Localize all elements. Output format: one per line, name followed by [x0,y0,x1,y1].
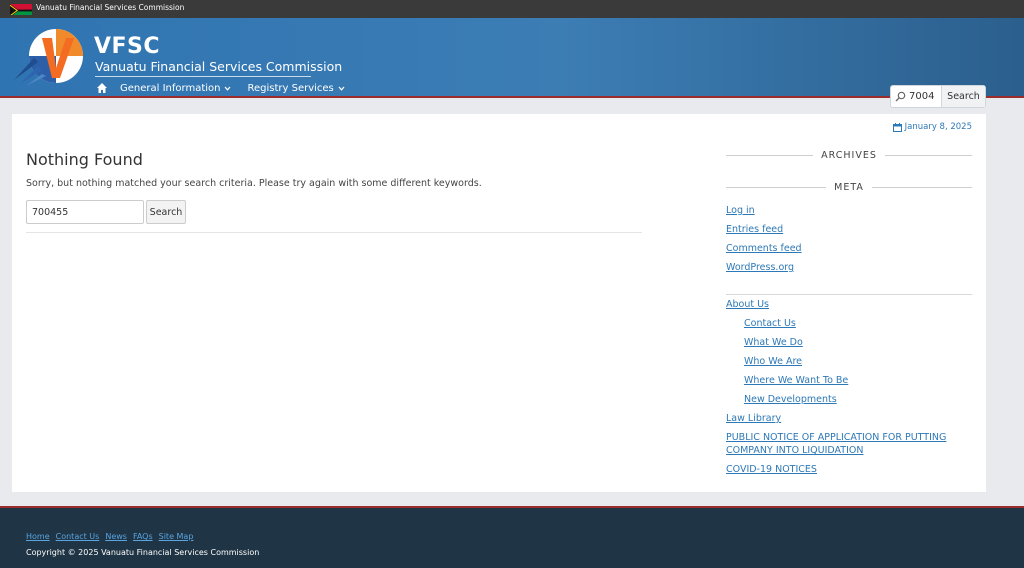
heading-rule [726,154,814,156]
nav-registry-services[interactable]: Registry Services [247,82,345,94]
page-title: Nothing Found [26,150,143,169]
footer-link-news[interactable]: News [105,532,127,541]
footer-link-home[interactable]: Home [26,532,50,541]
page-link-covid-notices[interactable]: COVID-19 NOTICES [726,464,817,475]
page-link-new-developments[interactable]: New Developments [744,394,837,405]
meta-link-entries-feed[interactable]: Entries feed [726,224,783,235]
divider [26,232,642,233]
brand-divider [95,76,311,77]
header-search-button[interactable]: Search [941,86,985,107]
footer-link-faqs[interactable]: FAQs [133,532,153,541]
no-results-message: Sorry, but nothing matched your search c… [26,178,482,189]
footer-link-site-map[interactable]: Site Map [159,532,194,541]
footer-links: Home Contact Us News FAQs Site Map [26,532,199,541]
page-link-where-we-want-to-be[interactable]: Where We Want To Be [744,375,848,386]
page-link-who-we-are[interactable]: Who We Are [744,356,802,367]
page-link-what-we-do[interactable]: What We Do [744,337,803,348]
main-nav: General Information Registry Services [96,82,361,94]
home-icon[interactable] [96,82,108,94]
post-date: January 8, 2025 [892,122,972,132]
vfsc-logo[interactable] [12,28,88,88]
site-footer: Home Contact Us News FAQs Site Map Copyr… [0,506,1024,568]
nav-label: General Information [120,82,221,94]
calendar-icon [892,122,902,132]
heading-rule [871,186,973,188]
search-input[interactable] [26,200,144,224]
meta-link-wordpress[interactable]: WordPress.org [726,262,794,273]
meta-heading: META [726,180,973,194]
brand-subtitle: Vanuatu Financial Services Commission [95,59,343,74]
copyright: Copyright © 2025 Vanuatu Financial Servi… [26,548,260,557]
footer-link-contact-us[interactable]: Contact Us [56,532,100,541]
site-header: VFSC Vanuatu Financial Services Commissi… [0,18,1024,108]
page-link-public-notice-line1[interactable]: PUBLIC NOTICE OF APPLICATION FOR PUTTING [726,432,946,443]
archives-heading-text: ARCHIVES [821,149,877,161]
search-button[interactable]: Search [146,200,186,224]
nav-general-information[interactable]: General Information [120,83,231,94]
nav-label: Registry Services [247,82,334,94]
archives-heading: ARCHIVES [726,148,972,162]
search-icon [891,86,909,107]
meta-heading-text: META [834,181,864,193]
sidebar-divider [726,294,972,295]
page-link-about-us[interactable]: About Us [726,299,769,310]
page-link-contact-us[interactable]: Contact Us [744,318,796,329]
content-panel: January 8, 2025 Nothing Found Sorry, but… [12,114,986,492]
post-date-text[interactable]: January 8, 2025 [905,122,972,132]
page-link-law-library[interactable]: Law Library [726,413,781,424]
top-bar-title: Vanuatu Financial Services Commission [36,3,185,12]
heading-rule [884,154,972,156]
heading-rule [726,186,827,188]
chevron-down-icon [225,86,231,91]
brand-name: VFSC [94,34,161,59]
page-link-public-notice-line2[interactable]: COMPANY INTO LIQUIDATION [726,445,864,456]
header-search: Search [890,85,986,108]
vanuatu-flag-icon [10,2,32,15]
chevron-down-icon [338,86,345,91]
header-search-input[interactable] [909,86,941,107]
meta-link-comments-feed[interactable]: Comments feed [726,243,802,254]
meta-link-log-in[interactable]: Log in [726,205,755,216]
top-bar: Vanuatu Financial Services Commission [0,0,1024,18]
